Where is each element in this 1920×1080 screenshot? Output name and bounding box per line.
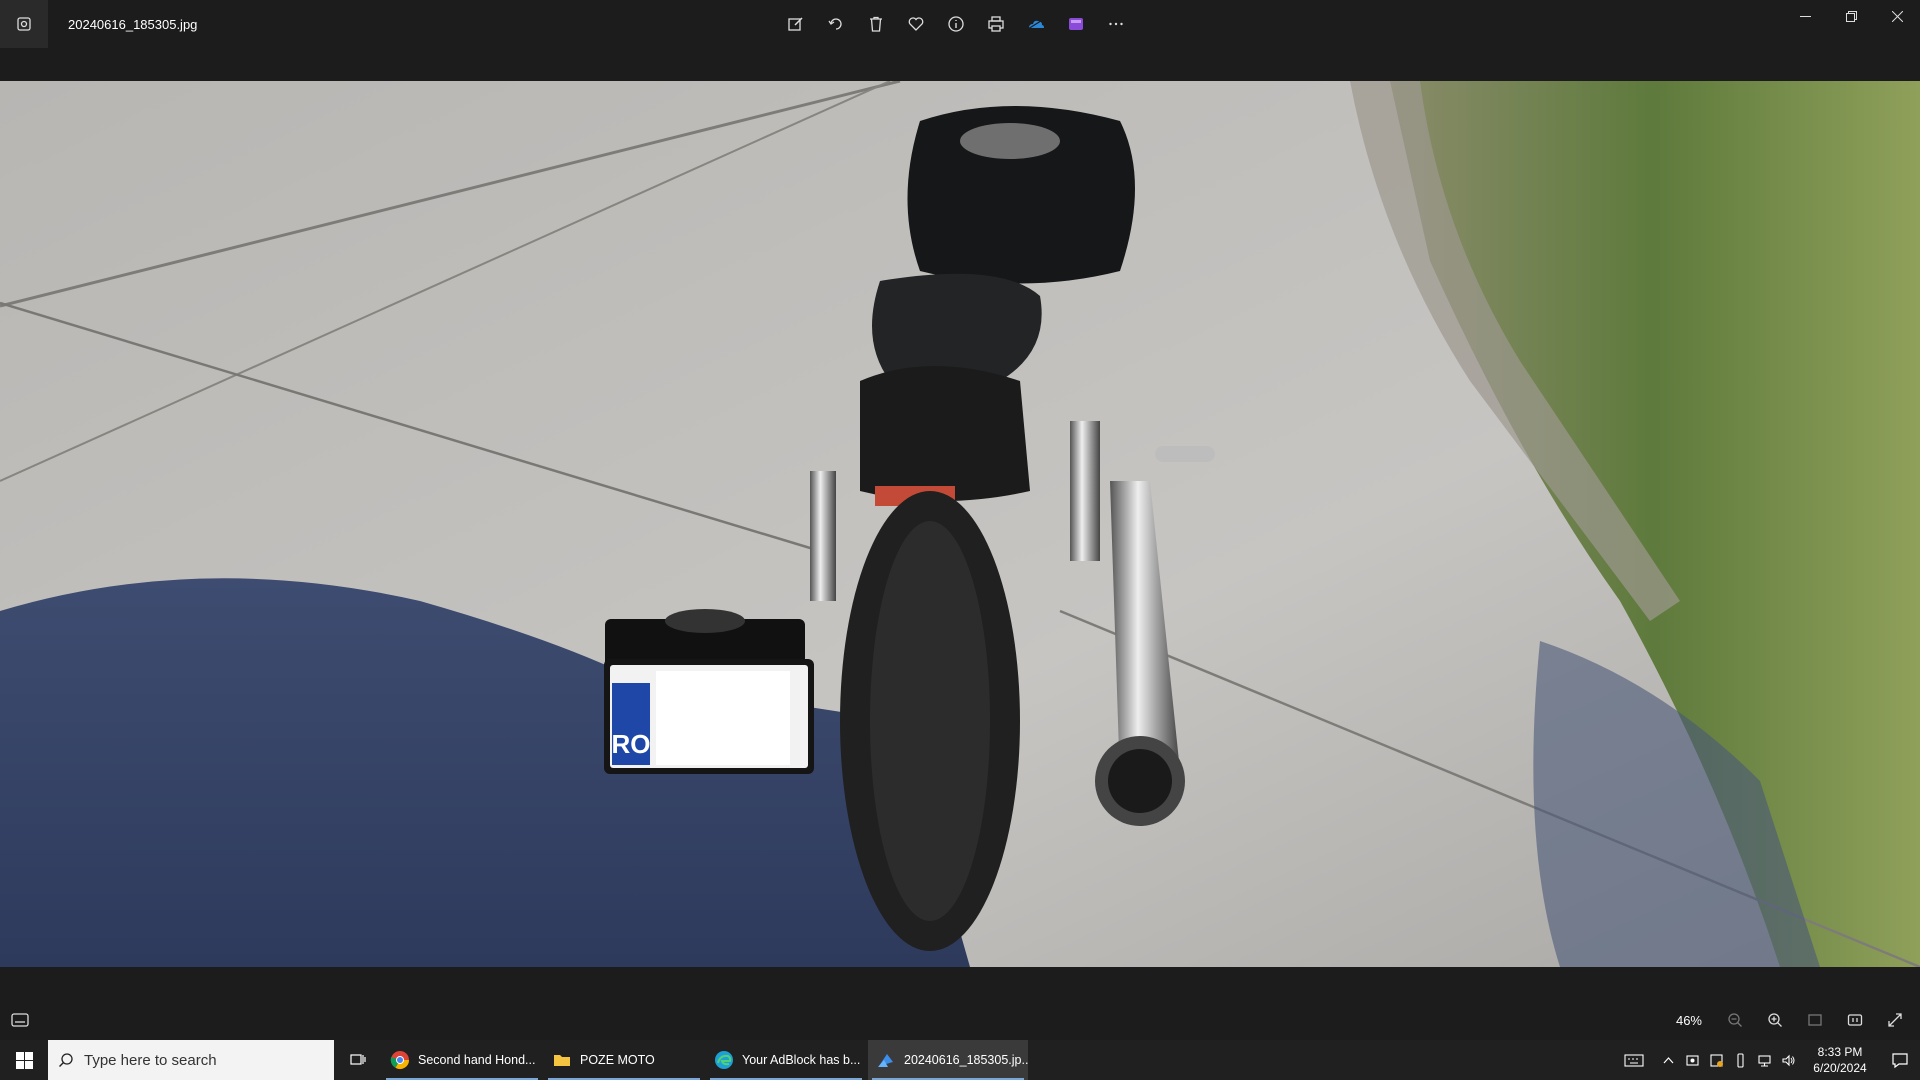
- photos-icon: [878, 1054, 893, 1067]
- plate-country-code: RO: [612, 729, 651, 759]
- favorite-icon[interactable]: [900, 8, 932, 40]
- fullscreen-icon[interactable]: [1878, 1004, 1912, 1036]
- rotate-icon[interactable]: [820, 8, 852, 40]
- task-view-icon: [350, 1054, 366, 1065]
- taskbar-item-photos[interactable]: 20240616_185305.jp...: [868, 1040, 1028, 1080]
- start-button[interactable]: [0, 1040, 48, 1080]
- zoom-out-icon[interactable]: [1718, 1004, 1752, 1036]
- edge-icon: [715, 1051, 733, 1069]
- close-button[interactable]: [1874, 0, 1920, 32]
- info-icon[interactable]: [940, 8, 972, 40]
- taskbar-item-label: 20240616_185305.jp...: [904, 1053, 1028, 1067]
- chrome-icon: [390, 1051, 409, 1070]
- folder-icon: [554, 1055, 570, 1066]
- taskbar-item-folder[interactable]: POZE MOTO: [544, 1040, 704, 1080]
- clipchamp-icon[interactable]: [1060, 8, 1092, 40]
- window-controls: [1782, 0, 1920, 32]
- zoom-level-label: 46%: [1675, 1012, 1702, 1028]
- system-tray: 8:33 PM 6/20/2024: [1612, 1040, 1920, 1080]
- task-view-button[interactable]: [334, 1040, 382, 1080]
- taskbar-item-label: POZE MOTO: [580, 1053, 655, 1067]
- defender-icon[interactable]: [1704, 1040, 1728, 1080]
- taskbar-item-chrome[interactable]: Second hand Hond...: [382, 1040, 542, 1080]
- delete-icon[interactable]: [860, 8, 892, 40]
- keyboard-icon[interactable]: [1612, 1040, 1656, 1080]
- network-icon[interactable]: [1752, 1040, 1776, 1080]
- volume-icon[interactable]: [1776, 1040, 1800, 1080]
- search-placeholder: Type here to search: [84, 1051, 217, 1069]
- actual-size-icon[interactable]: [1838, 1004, 1872, 1036]
- photos-app-icon[interactable]: [0, 0, 48, 48]
- clock-date: 6/20/2024: [1813, 1061, 1867, 1075]
- windows-logo-icon: [15, 1051, 33, 1069]
- notification-center-icon[interactable]: [1880, 1040, 1920, 1080]
- title-bar: 20240616_185305.jpg: [0, 0, 1920, 48]
- file-name-label: 20240616_185305.jpg: [68, 16, 198, 32]
- viewer-bottom-bar: 46%: [0, 1000, 1920, 1040]
- meet-now-icon[interactable]: [1680, 1040, 1704, 1080]
- edit-image-icon[interactable]: [780, 8, 812, 40]
- minimize-button[interactable]: [1782, 0, 1828, 32]
- motorcycle-photo: RO: [0, 81, 1920, 967]
- print-icon[interactable]: [980, 8, 1012, 40]
- taskbar-item-label: Second hand Hond...: [418, 1053, 536, 1067]
- filmstrip-icon[interactable]: [10, 1010, 32, 1030]
- usb-device-icon[interactable]: [1728, 1040, 1752, 1080]
- onedrive-icon[interactable]: [1020, 8, 1052, 40]
- zoom-controls: 46%: [1676, 1004, 1912, 1036]
- zoom-in-icon[interactable]: [1758, 1004, 1792, 1036]
- restore-button[interactable]: [1828, 0, 1874, 32]
- fit-to-window-icon[interactable]: [1798, 1004, 1832, 1036]
- taskbar-clock[interactable]: 8:33 PM 6/20/2024: [1800, 1044, 1880, 1076]
- show-hidden-icons-icon[interactable]: [1656, 1040, 1680, 1080]
- search-icon: [48, 1052, 84, 1068]
- windows-taskbar: Type here to search Second hand Hond... …: [0, 1040, 1920, 1080]
- image-toolbar: [780, 8, 1132, 40]
- taskbar-search-box[interactable]: Type here to search: [48, 1040, 334, 1080]
- clock-time: 8:33 PM: [1817, 1045, 1863, 1059]
- more-icon[interactable]: [1100, 8, 1132, 40]
- taskbar-item-label: Your AdBlock has b...: [742, 1053, 861, 1067]
- taskbar-item-edge[interactable]: Your AdBlock has b...: [706, 1040, 866, 1080]
- photo-viewport[interactable]: RO: [0, 81, 1920, 967]
- photos-app-window: 20240616_185305.jpg RO 46%: [0, 0, 1920, 1040]
- taskbar-apps: Second hand Hond... POZE MOTO Your AdBlo…: [382, 1040, 1030, 1080]
